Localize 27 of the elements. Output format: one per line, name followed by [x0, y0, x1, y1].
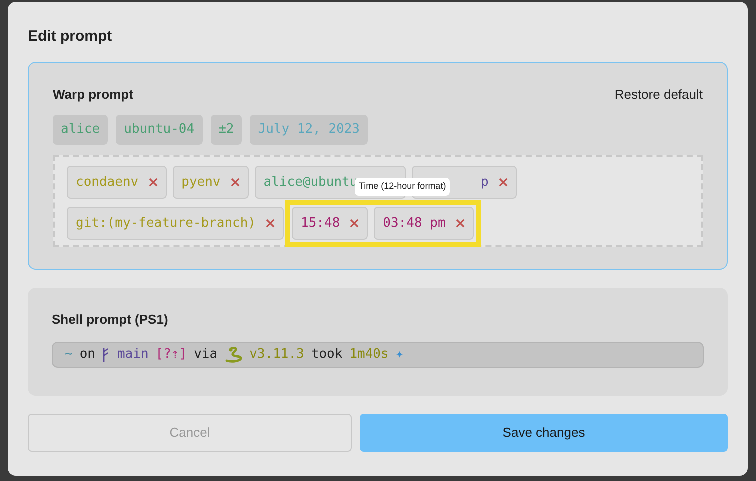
prompt-chip[interactable]: 03:48 pm — [374, 207, 474, 240]
restore-default-link[interactable]: Restore default — [614, 85, 703, 105]
remove-icon[interactable] — [266, 219, 276, 228]
prompt-text: took — [311, 346, 343, 364]
remove-icon[interactable] — [498, 178, 508, 187]
prompt-text: main — [117, 346, 149, 364]
remove-icon[interactable] — [148, 178, 158, 187]
prompt-text: via — [194, 346, 218, 364]
prompt-text: v3.11.3 — [250, 346, 304, 364]
save-button[interactable]: Save changes — [360, 414, 728, 452]
section-title: Warp prompt — [53, 86, 134, 104]
prompt-text: on — [80, 346, 96, 364]
section-title: Shell prompt (PS1) — [52, 311, 170, 329]
prompt-text: ~ — [65, 346, 73, 364]
prompt-chip[interactable]: 15:48 — [292, 207, 368, 240]
remove-icon[interactable] — [456, 219, 465, 228]
tooltip: Time (12-hour format) — [355, 178, 450, 196]
remove-icon[interactable] — [230, 178, 240, 187]
remove-icon[interactable] — [350, 219, 360, 228]
dialog-title: Edit prompt — [28, 27, 114, 47]
prompt-token: alice — [53, 115, 108, 145]
prompt-token: ubuntu-04 — [116, 115, 203, 145]
prompt-token: ±2 — [210, 115, 242, 145]
prompt-text: 1m40s — [350, 346, 389, 364]
prompt-text: ✦ — [396, 346, 404, 364]
prompt-token: July 12, 2023 — [250, 115, 368, 145]
prompt-text: [?⇡] — [156, 346, 188, 364]
